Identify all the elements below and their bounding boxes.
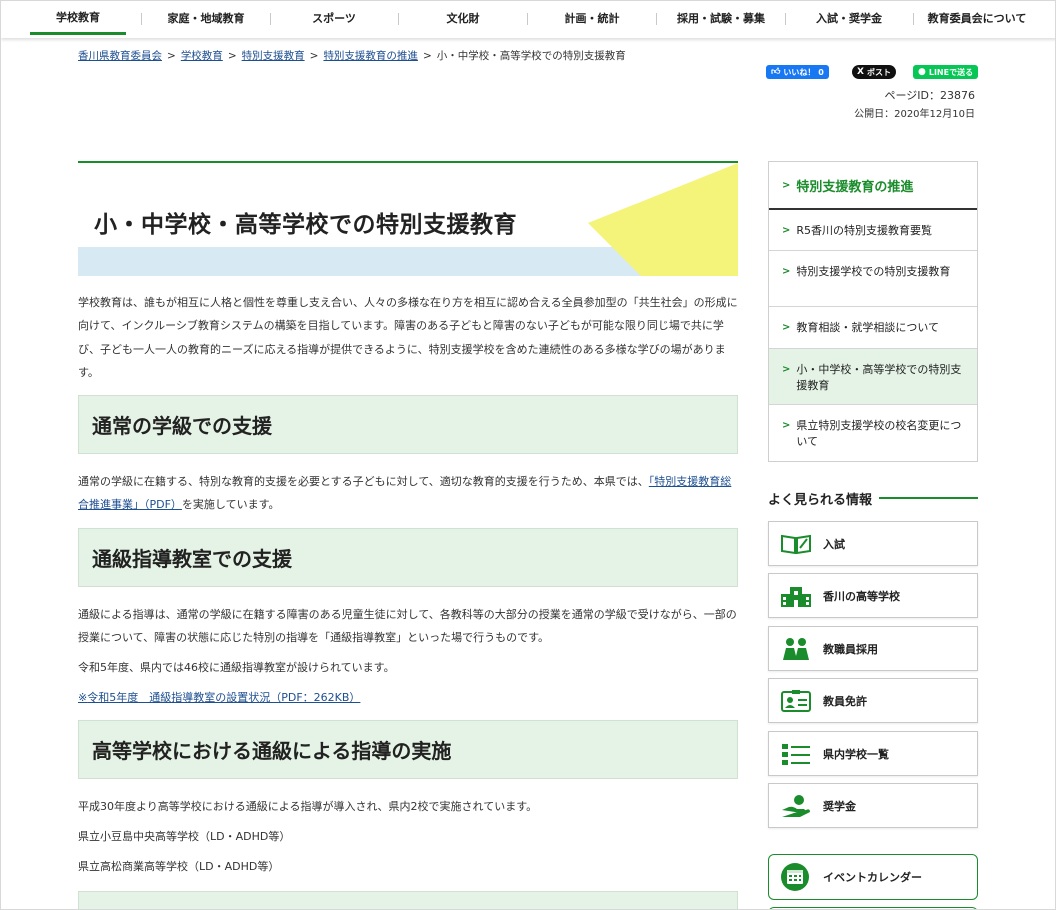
chevron-right-icon: > bbox=[782, 420, 791, 431]
section-paragraph: 平成30年度より高等学校における通級による指導が導入され、県内2校で実施されてい… bbox=[78, 799, 538, 813]
page-title-banner: 小・中学校・高等学校での特別支援教育 bbox=[78, 161, 738, 276]
people-icon bbox=[780, 636, 812, 662]
popular-link-high-schools[interactable]: 香川の高等学校 bbox=[768, 573, 978, 618]
popular-link-teaching-license[interactable]: 教員免許 bbox=[768, 678, 978, 723]
gnav-item-recruitment[interactable]: 採用・試験・募集 bbox=[671, 1, 771, 35]
event-calendar-button[interactable]: イベントカレンダー bbox=[768, 854, 978, 900]
section-paragraph: 通常の学級に在籍する、特別な教育的支援を必要とする子どもに対して、適切な教育的支… bbox=[78, 475, 732, 512]
section-heading: 通級指導教室での支援 bbox=[78, 527, 738, 587]
id-card-icon bbox=[780, 688, 812, 714]
calendar-icon bbox=[780, 862, 810, 892]
sidebar: > 特別支援教育の推進 > R5香川の特別支援教育要覧 > 特別支援学校での特別支援教… bbox=[768, 161, 978, 909]
breadcrumb: 香川県教育委員会 > 学校教育 > 特別支援教育 > 特別支援教育の推進 > 小・中学校・高等学… bbox=[78, 50, 626, 62]
main-content: 小・中学校・高等学校での特別支援教育 学校教育は、誰もが相互に人格と個性を尊重し… bbox=[78, 161, 738, 909]
popular-link-entrance-exam[interactable]: 入試 bbox=[768, 521, 978, 566]
gnav-separator bbox=[785, 13, 786, 25]
breadcrumb-link[interactable]: 特別支援教育 bbox=[242, 50, 305, 62]
gnav-separator bbox=[527, 13, 528, 25]
page-frame: 学校教育 家庭・地域教育 スポーツ 文化財 計画・統計 採用・試験・募集 入試・… bbox=[0, 0, 1056, 910]
local-nav-item[interactable]: > 県立特別支援学校の校名変更について bbox=[769, 405, 977, 461]
chevron-right-icon: > bbox=[782, 322, 791, 333]
section-paragraph: 県立高松商業高等学校（LD・ADHD等） bbox=[78, 860, 280, 874]
chevron-right-icon: > bbox=[782, 225, 791, 236]
x-logo-icon: X bbox=[857, 67, 864, 77]
pdf-link-resource-room-status[interactable]: ※令和5年度 通級指導教室の設置状況（PDF：262KB） bbox=[78, 691, 360, 704]
local-nav-heading[interactable]: > 特別支援教育の推進 bbox=[769, 162, 977, 210]
gnav-item-about-board[interactable]: 教育委員会について bbox=[921, 1, 1033, 35]
popular-link-scholarship[interactable]: 奨学金 bbox=[768, 783, 978, 828]
gnav-separator bbox=[398, 13, 399, 25]
section-paragraph: 県立小豆島中央高等学校（LD・ADHD等） bbox=[78, 829, 291, 843]
chevron-right-icon: > bbox=[782, 364, 791, 375]
line-logo-icon: ● bbox=[918, 67, 926, 77]
school-building-icon bbox=[780, 583, 812, 609]
line-share-button[interactable]: ● LINEで送る bbox=[913, 65, 979, 79]
x-post-button[interactable]: X ポスト bbox=[852, 65, 896, 79]
thumbs-up-icon: 👍︎ bbox=[771, 67, 781, 77]
page-id: ページID：23876 bbox=[884, 89, 976, 102]
popular-link-teacher-recruitment[interactable]: 教職員採用 bbox=[768, 626, 978, 671]
popular-info-heading: よく見られる情報 bbox=[768, 488, 978, 508]
gnav-item-school-education[interactable]: 学校教育 bbox=[30, 1, 126, 35]
local-nav-item-current[interactable]: > 小・中学校・高等学校での特別支援教育 bbox=[769, 349, 977, 405]
local-nav-item[interactable]: > R5香川の特別支援教育要覧 bbox=[769, 210, 977, 251]
gnav-separator bbox=[141, 13, 142, 25]
gnav-separator bbox=[656, 13, 657, 25]
chevron-right-icon: > bbox=[782, 179, 791, 191]
published-date: 公開日：2020年12月10日 bbox=[854, 109, 975, 120]
facebook-like-button[interactable]: 👍︎ いいね！ 0 bbox=[766, 65, 829, 79]
intro-paragraph: 学校教育は、誰もが相互に人格と個性を尊重し支え合い、人々の多様な在り方を相互に認… bbox=[78, 296, 738, 379]
local-nav: > 特別支援教育の推進 > R5香川の特別支援教育要覧 > 特別支援学校での特別支援教… bbox=[768, 161, 978, 462]
gnav-separator bbox=[913, 13, 914, 25]
section-heading: 通常の学級での支援 bbox=[78, 395, 738, 455]
section-heading: 高等学校における通級による指導の実施 bbox=[78, 719, 738, 779]
gnav-item-cultural-property[interactable]: 文化財 bbox=[413, 1, 513, 35]
gnav-separator bbox=[270, 13, 271, 25]
heading-rule bbox=[879, 497, 978, 499]
breadcrumb-link[interactable]: 特別支援教育の推進 bbox=[323, 50, 418, 62]
breadcrumb-link[interactable]: 香川県教育委員会 bbox=[78, 50, 162, 62]
chevron-right-icon: > bbox=[782, 266, 791, 277]
global-nav: 学校教育 家庭・地域教育 スポーツ 文化財 計画・統計 採用・試験・募集 入試・… bbox=[1, 1, 1055, 38]
popular-link-school-list[interactable]: 県内学校一覧 bbox=[768, 731, 978, 776]
local-nav-item[interactable]: > 特別支援学校での特別支援教育 bbox=[769, 251, 977, 307]
section-paragraph: 通級による指導は、通常の学級に在籍する障害のある児童生徒に対して、各教科等の大部… bbox=[78, 607, 737, 645]
section-link-row: ※令和5年度 通級指導教室の設置状況（PDF：262KB） bbox=[78, 688, 738, 706]
breadcrumb-link[interactable]: 学校教育 bbox=[181, 50, 223, 62]
section-heading: 特別支援学級での支援 bbox=[78, 890, 738, 909]
section-paragraph: 令和5年度、県内では46校に通級指導教室が設けられています。 bbox=[78, 661, 395, 675]
hand-coin-icon bbox=[780, 793, 812, 819]
gnav-item-admission-scholarship[interactable]: 入試・奨学金 bbox=[799, 1, 899, 35]
gnav-item-home-community[interactable]: 家庭・地域教育 bbox=[156, 1, 256, 35]
open-book-icon bbox=[780, 531, 812, 557]
page-title: 小・中学校・高等学校での特別支援教育 bbox=[94, 212, 517, 238]
local-nav-item[interactable]: > 教育相談・就学相談について bbox=[769, 307, 977, 349]
gnav-item-plans-statistics[interactable]: 計画・統計 bbox=[542, 1, 642, 35]
gnav-item-sports[interactable]: スポーツ bbox=[284, 1, 384, 35]
list-icon bbox=[780, 741, 812, 767]
breadcrumb-current: 小・中学校・高等学校での特別支援教育 bbox=[436, 50, 626, 62]
